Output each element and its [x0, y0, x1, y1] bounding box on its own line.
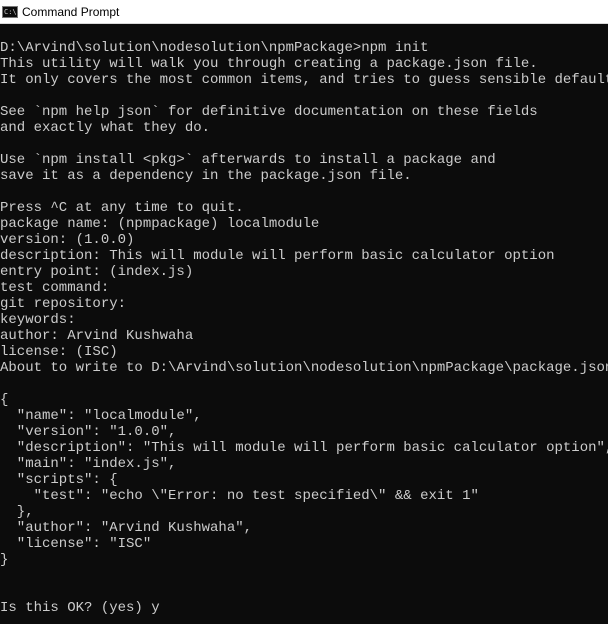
console-line: "name": "localmodule",: [0, 408, 202, 424]
console-line: license: (ISC): [0, 344, 118, 360]
console-line: test command:: [0, 280, 110, 296]
command-prompt-window: C:\ Command Prompt D:\Arvind\solution\no…: [0, 0, 608, 624]
console-line: author: Arvind Kushwaha: [0, 328, 194, 344]
console-line: Press ^C at any time to quit.: [0, 200, 244, 216]
console-line: package name: (npmpackage) localmodule: [0, 216, 320, 232]
title-bar[interactable]: C:\ Command Prompt: [0, 0, 608, 24]
console-line: {: [0, 392, 9, 408]
console-line: About to write to D:\Arvind\solution\nod…: [0, 360, 608, 376]
console-line: }: [0, 552, 9, 568]
console-line: git repository:: [0, 296, 127, 312]
console-line: D:\Arvind\solution\nodesolution\npmPacka…: [0, 40, 429, 56]
console-line: description: This will module will perfo…: [0, 248, 555, 264]
console-line: See `npm help json` for definitive docum…: [0, 104, 538, 120]
console-line: "main": "index.js",: [0, 456, 177, 472]
console-line: "test": "echo \"Error: no test specified…: [0, 488, 479, 504]
console-line: version: (1.0.0): [0, 232, 135, 248]
console-line: save it as a dependency in the package.j…: [0, 168, 412, 184]
console-line: "description": "This will module will pe…: [0, 440, 608, 456]
console-line: and exactly what they do.: [0, 120, 211, 136]
window-title: Command Prompt: [22, 4, 120, 19]
console-line: },: [0, 504, 34, 520]
command-prompt-icon: C:\: [2, 5, 18, 18]
console-line: This utility will walk you through creat…: [0, 56, 538, 72]
console-line: Is this OK? (yes) y: [0, 600, 160, 616]
console-line: entry point: (index.js): [0, 264, 194, 280]
console-line: "scripts": {: [0, 472, 118, 488]
console-line: It only covers the most common items, an…: [0, 72, 608, 88]
console-line: "license": "ISC": [0, 536, 152, 552]
console-line: "version": "1.0.0",: [0, 424, 177, 440]
console-line: Use `npm install <pkg>` afterwards to in…: [0, 152, 496, 168]
console-line: "author": "Arvind Kushwaha",: [0, 520, 253, 536]
console-output[interactable]: D:\Arvind\solution\nodesolution\npmPacka…: [0, 40, 608, 616]
console-line: keywords:: [0, 312, 76, 328]
